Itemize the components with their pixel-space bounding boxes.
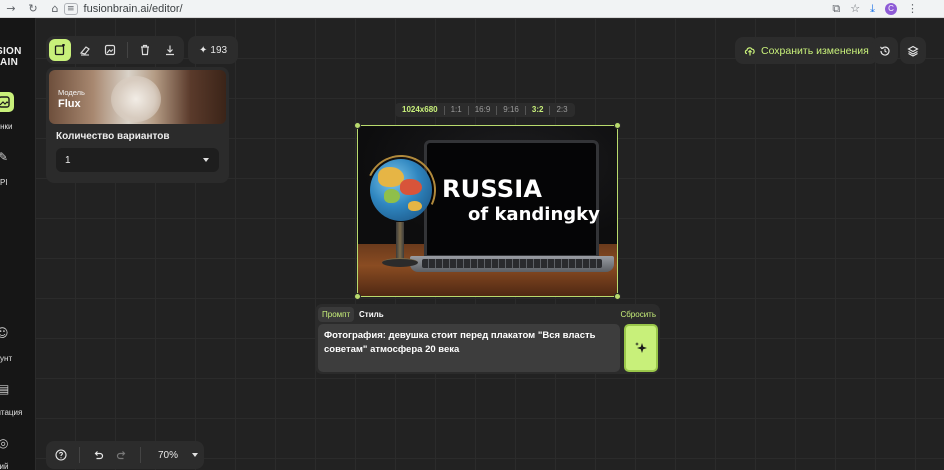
download-icon[interactable]: ⤓ <box>870 2 875 16</box>
zoom-chevron-down-icon[interactable] <box>192 453 199 457</box>
zoom-value[interactable]: 70% <box>150 450 186 461</box>
image-globe-stand <box>396 222 404 260</box>
install-app-icon[interactable]: ⧉ <box>832 2 840 16</box>
chevron-down-icon <box>203 158 209 162</box>
image-text-line1: RUSSIA <box>442 175 543 203</box>
aspect-ratio-bar: 1024x680 1:1 16:9 9:16 3:2 2:3 <box>395 103 575 117</box>
tab-prompt[interactable]: Промпт <box>318 307 355 322</box>
sparkle-icon <box>635 342 647 353</box>
layers-icon <box>907 45 919 57</box>
logo-text-line1[interactable]: SION <box>0 46 22 57</box>
credits-value: 193 <box>210 44 228 56</box>
new-image-icon <box>54 44 65 56</box>
ratio-option-16-9[interactable]: 16:9 <box>471 103 495 117</box>
zoom-divider <box>79 447 80 463</box>
help-icon <box>55 449 67 461</box>
ratio-option-2-3[interactable]: 2:3 <box>552 103 571 117</box>
download-icon <box>166 45 174 56</box>
app-sidebar: SION AIN тинки ✎ PI ☺ каунт ▤ ентация ◎ … <box>0 18 35 470</box>
redo-button[interactable] <box>113 446 131 464</box>
sidebar-item-api[interactable]: PI <box>0 178 8 187</box>
sidebar-item-images[interactable]: тинки <box>0 122 13 131</box>
ratio-option-9-16[interactable]: 9:16 <box>499 103 523 117</box>
url-text[interactable]: fusionbrain.ai/editor/ <box>84 3 183 15</box>
resize-handle-bottom-left[interactable] <box>354 293 361 300</box>
docs-nav-icon[interactable]: ▤ <box>0 382 9 396</box>
variants-select[interactable]: 1 <box>56 148 219 172</box>
tab-style[interactable]: Стиль <box>357 307 386 322</box>
model-name: Flux <box>58 98 81 110</box>
generate-button[interactable] <box>624 324 658 372</box>
zoom-divider <box>140 447 141 463</box>
ratio-divider <box>524 105 526 115</box>
eraser-button[interactable] <box>74 39 96 61</box>
model-preview-image <box>111 76 161 122</box>
home-icon[interactable]: ⌂ <box>44 2 66 15</box>
ratio-divider <box>549 105 551 115</box>
ratio-divider <box>443 105 445 115</box>
ratio-option-1-1[interactable]: 1:1 <box>447 103 466 117</box>
prompt-input[interactable]: Фотография: девушка стоит перед плакатом… <box>318 324 620 372</box>
profile-avatar[interactable]: C <box>885 2 897 15</box>
bookmark-star-icon[interactable]: ☆ <box>850 2 860 15</box>
globe-nav-icon[interactable]: ◎ <box>0 436 8 450</box>
variants-label: Количество вариантов <box>56 131 170 142</box>
credits-group: ✦ 193 <box>188 36 239 64</box>
ratio-divider <box>467 105 469 115</box>
toolbar-divider <box>127 42 128 58</box>
history-icon <box>880 45 890 56</box>
help-button[interactable] <box>52 446 70 464</box>
new-image-button[interactable] <box>49 39 71 61</box>
browser-menu-icon[interactable]: ⋮ <box>907 2 918 15</box>
reload-icon[interactable]: ↻ <box>22 2 44 15</box>
undo-button[interactable] <box>89 446 107 464</box>
zoom-bar: 70% <box>46 441 205 469</box>
image-edit-button[interactable] <box>99 39 121 61</box>
eraser-icon <box>79 46 90 56</box>
ratio-option-3-2[interactable]: 3:2 <box>528 103 548 117</box>
model-caption: Модель <box>58 88 85 97</box>
account-nav-icon[interactable]: ☺ <box>0 326 9 340</box>
image-globe-foot <box>382 258 418 267</box>
layers-button[interactable] <box>900 37 926 64</box>
prompt-panel: Промпт Стиль Сбросить Фотография: девушк… <box>315 304 660 374</box>
browser-toolbar: → ↻ ⌂ ≡ fusionbrain.ai/editor/ ⧉ ☆ ⤓ C ⋮ <box>0 0 944 18</box>
cloud-upload-icon <box>744 47 755 56</box>
image-laptop-keyboard <box>422 259 602 268</box>
site-info-icon[interactable]: ≡ <box>64 2 78 15</box>
image-size-label: 1024x680 <box>402 105 438 114</box>
download-button[interactable] <box>159 39 181 61</box>
save-changes-label: Сохранить изменения <box>761 44 869 57</box>
sidebar-item-account[interactable]: каунт <box>0 354 12 363</box>
model-selector-card[interactable]: Модель Flux <box>49 70 226 124</box>
reset-button[interactable]: Сбросить <box>620 307 656 322</box>
ratio-divider <box>496 105 498 115</box>
image-edit-icon <box>104 44 116 56</box>
address-bar[interactable]: ≡ fusionbrain.ai/editor/ <box>64 0 183 17</box>
trash-icon <box>141 44 149 56</box>
tools-group <box>46 36 184 64</box>
sidebar-item-language[interactable]: ский <box>0 462 8 470</box>
forward-icon[interactable]: → <box>0 2 22 15</box>
logo-text-line2[interactable]: AIN <box>0 57 18 68</box>
sparkle-icon: ✦ <box>199 44 208 56</box>
variants-value: 1 <box>65 154 71 166</box>
save-changes-button[interactable]: Сохранить изменения <box>735 37 878 64</box>
undo-icon <box>94 451 104 460</box>
api-nav-icon[interactable]: ✎ <box>0 150 8 164</box>
sidebar-item-docs[interactable]: ентация <box>0 408 22 417</box>
editor-toolbar: ✦ 193 <box>46 36 239 64</box>
history-button[interactable] <box>872 37 898 64</box>
image-text-line2: of kandingky <box>468 204 600 225</box>
resize-handle-bottom-right[interactable] <box>614 293 621 300</box>
images-nav-icon[interactable] <box>0 92 14 112</box>
model-panel: Модель Flux Количество вариантов 1 <box>46 67 229 183</box>
delete-button[interactable] <box>134 39 156 61</box>
resize-handle-top-left[interactable] <box>354 122 361 129</box>
generated-image[interactable]: RUSSIA of kandingky <box>357 125 618 297</box>
resize-handle-top-right[interactable] <box>614 122 621 129</box>
credits-counter[interactable]: ✦ 193 <box>191 45 235 56</box>
redo-icon <box>116 451 126 460</box>
